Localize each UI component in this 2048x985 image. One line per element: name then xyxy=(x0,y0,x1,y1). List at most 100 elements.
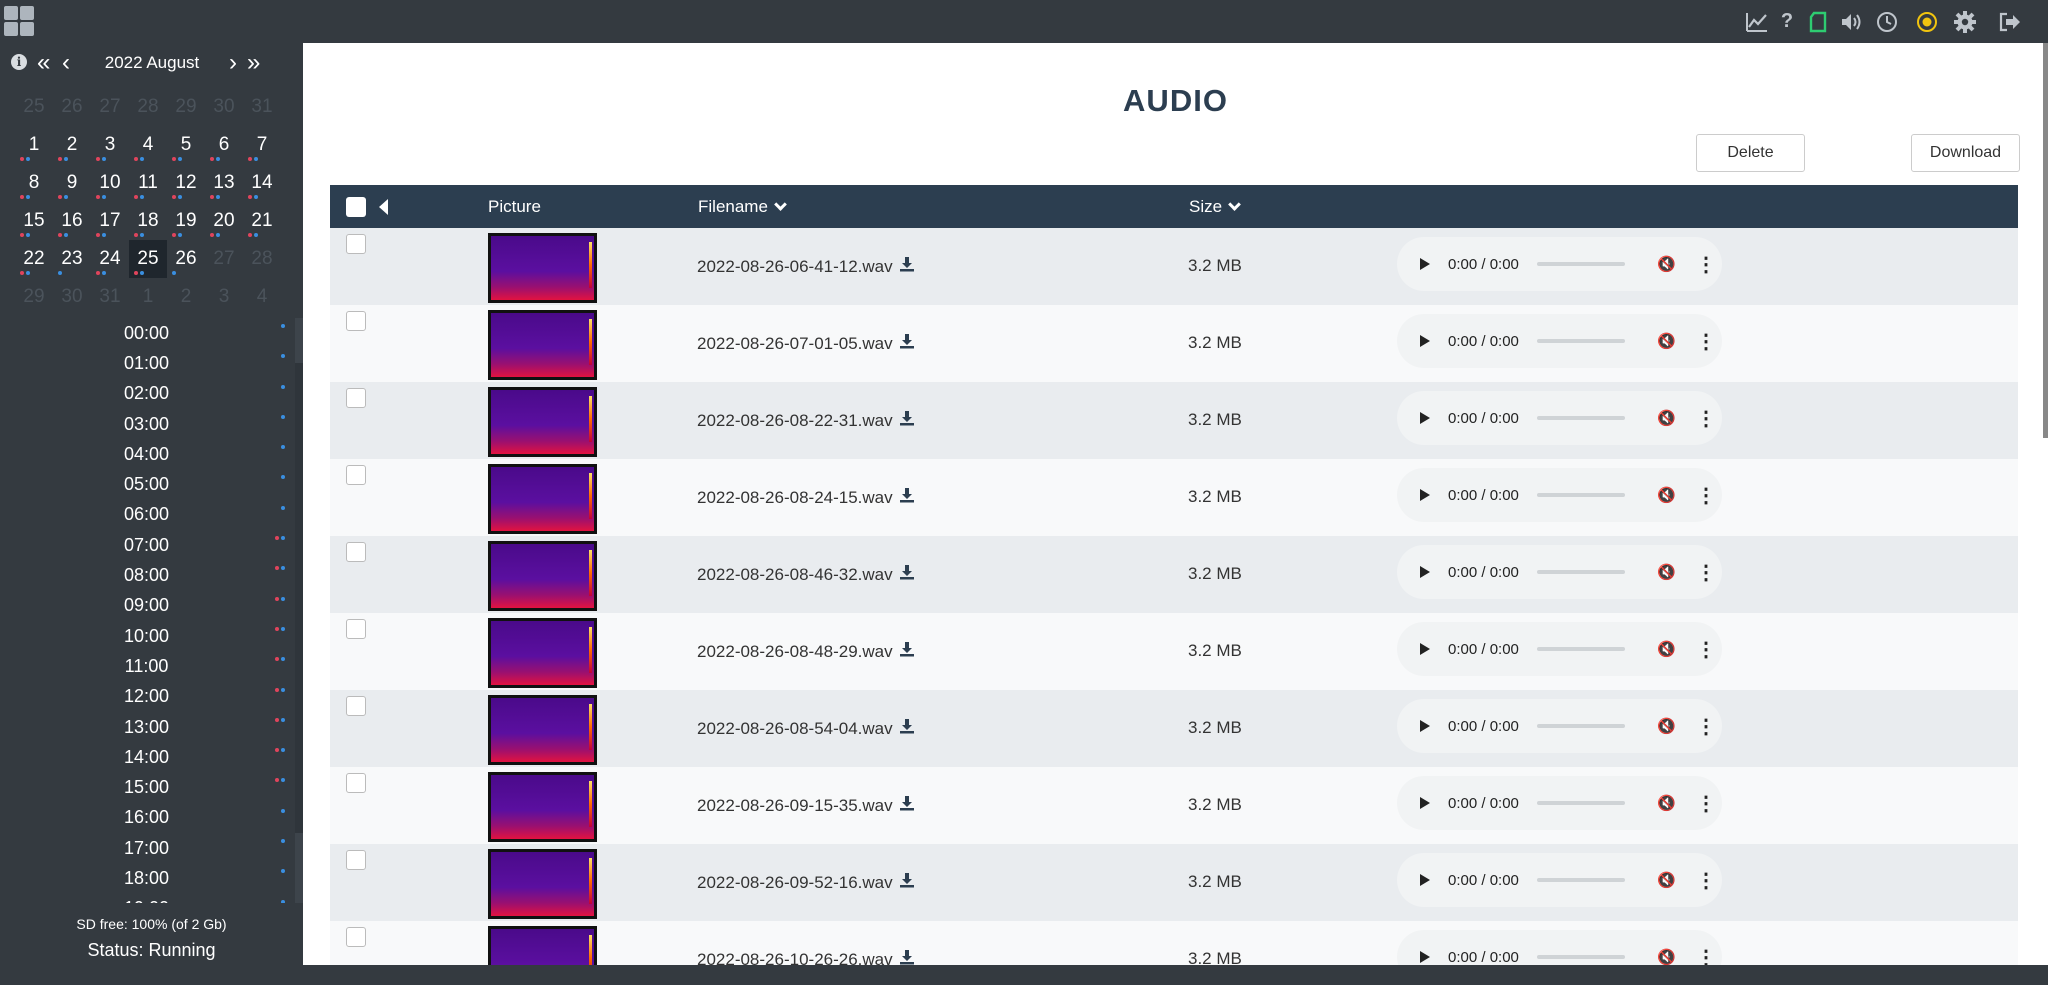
calendar-day[interactable]: 30 xyxy=(53,278,91,316)
spectrogram-thumbnail[interactable] xyxy=(488,772,597,842)
info-icon[interactable]: i xyxy=(11,54,27,70)
row-checkbox[interactable] xyxy=(346,696,366,716)
row-checkbox[interactable] xyxy=(346,542,366,562)
more-options-icon[interactable]: ⋮ xyxy=(1696,868,1716,893)
gear-icon[interactable] xyxy=(1950,0,1980,43)
calendar-day[interactable]: 24 xyxy=(91,240,129,278)
hour-item[interactable]: 03:00 xyxy=(0,409,293,439)
calendar-day[interactable]: 10 xyxy=(91,164,129,202)
calendar-day[interactable]: 27 xyxy=(205,240,243,278)
calendar-day[interactable]: 7 xyxy=(243,126,281,164)
hour-item[interactable]: 11:00 xyxy=(0,651,293,681)
filename-link[interactable]: 2022-08-26-08-22-31.wav xyxy=(697,411,893,431)
next-month-icon[interactable]: › xyxy=(229,49,237,77)
row-checkbox[interactable] xyxy=(346,773,366,793)
filename-link[interactable]: 2022-08-26-09-52-16.wav xyxy=(697,873,893,893)
play-icon[interactable] xyxy=(1420,874,1430,886)
player-seek-slider[interactable] xyxy=(1537,955,1625,959)
mute-icon[interactable]: 🔇 xyxy=(1657,486,1676,504)
volume-icon[interactable] xyxy=(1837,0,1867,43)
hour-item[interactable]: 18:00 xyxy=(0,863,293,893)
hour-item[interactable]: 01:00 xyxy=(0,348,293,378)
hour-item[interactable]: 13:00 xyxy=(0,712,293,742)
mute-icon[interactable]: 🔇 xyxy=(1657,563,1676,581)
calendar-day[interactable]: 31 xyxy=(91,278,129,316)
calendar-day[interactable]: 26 xyxy=(53,88,91,126)
more-options-icon[interactable]: ⋮ xyxy=(1696,791,1716,816)
calendar-day[interactable]: 19 xyxy=(167,202,205,240)
calendar-day[interactable]: 21 xyxy=(243,202,281,240)
calendar-day[interactable]: 17 xyxy=(91,202,129,240)
player-seek-slider[interactable] xyxy=(1537,647,1625,651)
download-button[interactable]: Download xyxy=(1911,134,2020,172)
spectrogram-thumbnail[interactable] xyxy=(488,926,597,965)
play-icon[interactable] xyxy=(1420,720,1430,732)
select-all-checkbox[interactable] xyxy=(346,185,366,228)
hour-item[interactable]: 00:00 xyxy=(0,318,293,348)
calendar-month-label[interactable]: 2022 August xyxy=(92,53,212,73)
header-size[interactable]: Size xyxy=(1189,185,1241,228)
download-icon[interactable] xyxy=(899,718,915,739)
app-grid-icon[interactable] xyxy=(4,6,34,36)
more-options-icon[interactable]: ⋮ xyxy=(1696,637,1716,662)
chart-line-icon[interactable] xyxy=(1742,0,1772,43)
download-icon[interactable] xyxy=(899,564,915,585)
mute-icon[interactable]: 🔇 xyxy=(1657,255,1676,273)
hour-item[interactable]: 14:00 xyxy=(0,742,293,772)
calendar-day[interactable]: 29 xyxy=(15,278,53,316)
spectrogram-thumbnail[interactable] xyxy=(488,310,597,380)
mute-icon[interactable]: 🔇 xyxy=(1657,409,1676,427)
calendar-day[interactable]: 2 xyxy=(53,126,91,164)
row-checkbox[interactable] xyxy=(346,927,366,947)
player-seek-slider[interactable] xyxy=(1537,801,1625,805)
hour-item[interactable]: 12:00 xyxy=(0,682,293,712)
more-options-icon[interactable]: ⋮ xyxy=(1696,483,1716,508)
hour-item[interactable]: 06:00 xyxy=(0,500,293,530)
hour-list-scrollbar[interactable] xyxy=(295,318,303,903)
player-seek-slider[interactable] xyxy=(1537,493,1625,497)
calendar-day[interactable]: 29 xyxy=(167,88,205,126)
calendar-day[interactable]: 2 xyxy=(167,278,205,316)
play-icon[interactable] xyxy=(1420,489,1430,501)
filename-link[interactable]: 2022-08-26-06-41-12.wav xyxy=(697,257,893,277)
filename-link[interactable]: 2022-08-26-08-48-29.wav xyxy=(697,642,893,662)
header-filename[interactable]: Filename xyxy=(698,185,787,228)
player-seek-slider[interactable] xyxy=(1537,339,1625,343)
logout-icon[interactable] xyxy=(1995,0,2025,43)
more-options-icon[interactable]: ⋮ xyxy=(1696,945,1716,966)
calendar-day[interactable]: 25 xyxy=(129,240,167,278)
filename-link[interactable]: 2022-08-26-10-26-26.wav xyxy=(697,950,893,966)
more-options-icon[interactable]: ⋮ xyxy=(1696,252,1716,277)
calendar-day[interactable]: 3 xyxy=(91,126,129,164)
download-icon[interactable] xyxy=(899,949,915,965)
play-icon[interactable] xyxy=(1420,335,1430,347)
calendar-day[interactable]: 9 xyxy=(53,164,91,202)
filename-link[interactable]: 2022-08-26-09-15-35.wav xyxy=(697,796,893,816)
next-year-icon[interactable]: » xyxy=(247,49,260,77)
play-icon[interactable] xyxy=(1420,643,1430,655)
spectrogram-thumbnail[interactable] xyxy=(488,464,597,534)
hour-item[interactable]: 16:00 xyxy=(0,803,293,833)
spectrogram-thumbnail[interactable] xyxy=(488,541,597,611)
calendar-day[interactable]: 25 xyxy=(15,88,53,126)
mute-icon[interactable]: 🔇 xyxy=(1657,794,1676,812)
mute-icon[interactable]: 🔇 xyxy=(1657,871,1676,889)
player-seek-slider[interactable] xyxy=(1537,570,1625,574)
download-icon[interactable] xyxy=(899,872,915,893)
row-checkbox[interactable] xyxy=(346,850,366,870)
calendar-day[interactable]: 3 xyxy=(205,278,243,316)
row-checkbox[interactable] xyxy=(346,388,366,408)
mute-icon[interactable]: 🔇 xyxy=(1657,717,1676,735)
row-checkbox[interactable] xyxy=(346,619,366,639)
player-seek-slider[interactable] xyxy=(1537,416,1625,420)
player-seek-slider[interactable] xyxy=(1537,262,1625,266)
hour-item[interactable]: 04:00 xyxy=(0,439,293,469)
calendar-day[interactable]: 11 xyxy=(129,164,167,202)
calendar-day[interactable]: 1 xyxy=(15,126,53,164)
page-scrollbar[interactable] xyxy=(2043,43,2048,438)
hour-item[interactable]: 05:00 xyxy=(0,469,293,499)
calendar-day[interactable]: 6 xyxy=(205,126,243,164)
calendar-day[interactable]: 8 xyxy=(15,164,53,202)
calendar-day[interactable]: 28 xyxy=(129,88,167,126)
hour-item[interactable]: 08:00 xyxy=(0,560,293,590)
